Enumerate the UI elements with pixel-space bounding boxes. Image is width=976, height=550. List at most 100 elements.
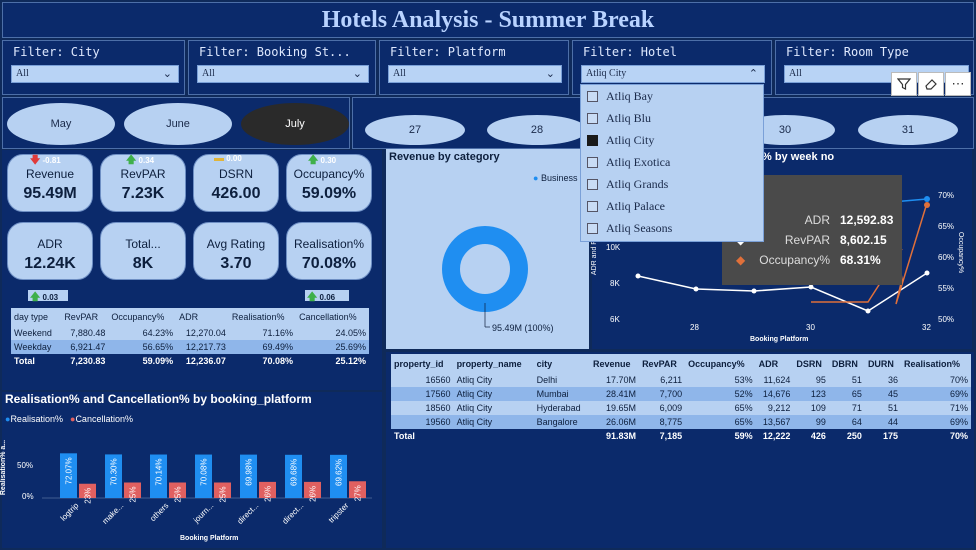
filter-city-select[interactable]: All ⌄ <box>11 65 179 83</box>
table-row: 17560 Atliq City Mumbai 28.41M 7,700 52% 14,67… <box>391 387 971 401</box>
kpi-realisation-label: Realisation% <box>293 237 365 251</box>
chevron-down-icon: ⌄ <box>545 68 555 80</box>
kpi-avg-rating-value: 3.70 <box>220 255 252 272</box>
filter-booking-status: Filter: Booking St... All ⌄ <box>188 40 376 95</box>
col-header[interactable]: Occupancy% <box>685 354 756 373</box>
table-row: Weekday 6,921.47 56.65% 12,217.73 69.49% 25.6… <box>11 340 369 354</box>
dropdown-option-atliq-grands[interactable]: Atliq Grands <box>587 177 668 192</box>
bar-data-label: 25% <box>129 487 138 503</box>
table-row: Weekend 7,880.48 64.23% 12,270.04 71.16% 24.0… <box>11 326 369 340</box>
day-type-table: day type RevPAR Occupancy% ADR Realisati… <box>11 308 369 368</box>
checkbox[interactable] <box>587 223 598 234</box>
dropdown-option-atliq-seasons[interactable]: Atliq Seasons <box>587 221 672 236</box>
col-header[interactable]: city <box>533 354 590 373</box>
month-june[interactable]: June <box>124 103 232 145</box>
page-title: Hotels Analysis - Summer Break <box>321 6 655 33</box>
bar-data-label: 70.14% <box>155 459 164 486</box>
week-28[interactable]: 28 <box>487 115 587 145</box>
col-header[interactable]: DSRN <box>793 354 829 373</box>
month-july[interactable]: July <box>241 103 349 145</box>
filter-room-type-label: Filter: Room Type <box>786 45 909 59</box>
col-header[interactable]: ADR <box>755 354 794 373</box>
kpi-adr-label: ADR <box>37 237 63 251</box>
col-header[interactable]: Realisation% <box>901 354 971 373</box>
x-tick: 32 <box>922 323 931 332</box>
table-row: 19560 Atliq City Bangalore 26.06M 8,775 65% 13… <box>391 415 971 429</box>
checkbox[interactable] <box>587 113 598 124</box>
more-options-icon[interactable]: ⋯ <box>945 72 971 96</box>
kpi-adr-delta: 🡅 0.03 <box>28 290 68 303</box>
x-tick-label: journ... <box>191 501 215 525</box>
chevron-up-icon: ⌃ <box>748 68 758 80</box>
x-tick: 30 <box>806 323 815 332</box>
kpi-total-label: Total... <box>125 237 161 251</box>
col-header[interactable]: Revenue <box>590 354 640 373</box>
bar-data-label: 23% <box>84 488 93 504</box>
arrow-up-icon: 🡅 <box>30 292 41 303</box>
bar-data-label: 69.68% <box>290 459 299 486</box>
col-header[interactable]: DBRN <box>828 354 865 373</box>
bar-data-label: 25% <box>219 487 228 503</box>
title-bar: Hotels Analysis - Summer Break <box>2 2 974 38</box>
dropdown-option-atliq-exotica[interactable]: Atliq Exotica <box>587 155 670 170</box>
filter-booking-status-label: Filter: Booking St... <box>199 45 351 59</box>
col-header[interactable]: Realisation% <box>228 308 297 326</box>
kpi-avg-rating: Avg Rating 3.70 <box>193 222 279 280</box>
filter-platform-label: Filter: Platform <box>390 45 506 59</box>
filter-booking-status-select[interactable]: All ⌄ <box>197 65 369 83</box>
kpi-revenue-value: 95.49M <box>23 185 77 202</box>
col-header[interactable]: property_id <box>391 354 454 373</box>
checkbox[interactable] <box>587 157 598 168</box>
col-header[interactable]: property_name <box>453 354 534 373</box>
kpi-realisation: Realisation% 70.08% <box>286 222 372 280</box>
property-table: property_id property_name city Revenue R… <box>391 354 971 443</box>
kpi-dsrn-value: 426.00 <box>211 185 261 202</box>
donut-data-label: 95.49M (100%) <box>492 323 554 333</box>
x-tick-label: tripster <box>327 501 351 525</box>
x-tick-label: others <box>148 501 170 523</box>
filter-platform-select[interactable]: All ⌄ <box>388 65 562 83</box>
dropdown-option-atliq-blu[interactable]: Atliq Blu <box>587 111 651 126</box>
checkbox[interactable] <box>587 91 598 102</box>
x-tick-label: make... <box>100 501 125 526</box>
checkbox-checked[interactable] <box>587 135 598 146</box>
filter-hotel-select[interactable]: Atliq City ⌃ <box>581 65 765 83</box>
arrow-up-icon: 🡅 <box>308 155 319 166</box>
col-header[interactable]: Occupancy% <box>108 308 177 326</box>
col-header[interactable]: day type <box>11 308 62 326</box>
dropdown-option-atliq-palace[interactable]: Atliq Palace <box>587 199 665 214</box>
filter-hotel-label: Filter: Hotel <box>583 45 677 59</box>
filter-icon[interactable] <box>891 72 917 96</box>
platform-chart-panel: Realisation% and Cancellation% by bookin… <box>0 392 382 548</box>
col-header[interactable]: RevPAR <box>61 308 109 326</box>
col-header[interactable]: RevPAR <box>639 354 686 373</box>
x-tick-label: direct... <box>280 501 305 526</box>
checkbox[interactable] <box>587 201 598 212</box>
chevron-down-icon: ⌄ <box>352 68 362 80</box>
kpi-realisation-value: 70.08% <box>301 255 357 272</box>
bar-data-label: 26% <box>309 486 318 502</box>
week-31[interactable]: 31 <box>858 115 958 145</box>
checkbox[interactable] <box>587 179 598 190</box>
col-header[interactable]: Cancellation% <box>296 308 369 326</box>
bar-data-label: 70.30% <box>110 458 119 485</box>
arrow-up-icon: 🡅 <box>307 292 318 303</box>
col-header[interactable]: ADR <box>176 308 229 326</box>
table-total-row: Total 7,230.83 59.09% 12,236.07 70.08% 25.12% <box>11 354 369 368</box>
week-27[interactable]: 27 <box>365 115 465 145</box>
diamond-icon: ◆ <box>736 253 746 267</box>
dropdown-option-atliq-city[interactable]: Atliq City <box>587 133 654 148</box>
kpi-realisation-delta: 🡅 0.06 <box>305 290 349 303</box>
kpi-total-value: 8K <box>132 255 154 272</box>
dropdown-option-atliq-bay[interactable]: Atliq Bay <box>587 89 653 104</box>
donut-slice-business[interactable] <box>442 226 528 312</box>
kpi-revenue-delta: 🡇 -0.81 <box>30 155 61 166</box>
month-may[interactable]: May <box>7 103 115 145</box>
col-header[interactable]: DURN <box>864 354 901 373</box>
kpi-adr: ADR 12.24K <box>7 222 93 280</box>
arrow-up-icon: 🡅 <box>126 155 137 166</box>
table-total-row: Total 91.83M 7,185 59% 12,222 426 250 175 70% <box>391 429 971 443</box>
eraser-icon[interactable] <box>918 72 944 96</box>
bar-data-label: 70.08% <box>200 459 209 486</box>
filter-city: Filter: City All ⌄ <box>2 40 185 95</box>
